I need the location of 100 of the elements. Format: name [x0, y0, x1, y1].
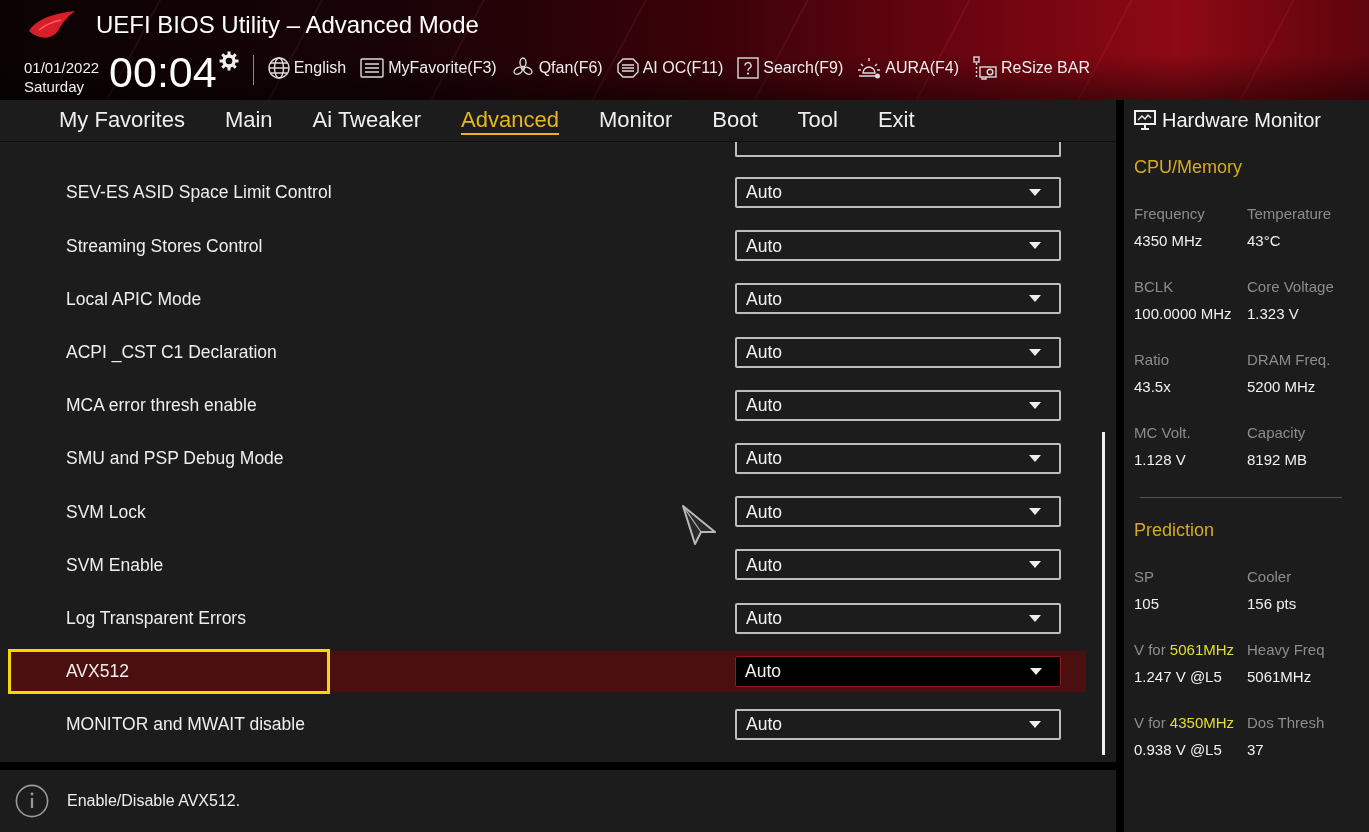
setting-label: SMU and PSP Debug Mode — [66, 447, 284, 471]
metric-label: SP — [1134, 567, 1155, 587]
tab[interactable]: Advanced — [461, 106, 559, 135]
chip-icon — [616, 58, 639, 78]
window-title: UEFI BIOS Utility – Advanced Mode — [96, 10, 479, 40]
setting-label: Log Transparent Errors — [66, 606, 246, 630]
metric-label: Frequency — [1134, 204, 1206, 224]
caret-icon — [1029, 242, 1041, 250]
setting-row[interactable]: MONITOR and MWAIT disable Auto — [8, 703, 1086, 745]
setting-label: MCA error thresh enable — [66, 394, 257, 418]
toolbar-button[interactable]: English — [267, 56, 347, 80]
info-icon — [15, 784, 49, 818]
metric-value: 37 — [1247, 740, 1265, 760]
metric-value: 5200 MHz — [1247, 377, 1317, 397]
section-title: CPU/Memory — [1134, 156, 1243, 179]
metric-label: Temperature — [1247, 204, 1333, 224]
caret-icon — [1029, 614, 1041, 622]
dropdown[interactable]: Auto — [735, 655, 1061, 687]
caret-icon — [1029, 561, 1041, 569]
dropdown[interactable]: Auto — [735, 230, 1061, 262]
panel-title: Hardware Monitor — [1162, 108, 1321, 133]
tab[interactable]: Tool — [797, 106, 838, 135]
cursor-icon — [681, 504, 717, 546]
tab[interactable]: Exit — [877, 106, 915, 135]
metric-label: Heavy Freq — [1247, 640, 1326, 660]
list-icon — [360, 58, 385, 78]
tab[interactable]: Main — [224, 106, 273, 135]
tab[interactable]: Monitor — [598, 106, 673, 135]
setting-label: Local APIC Mode — [66, 287, 202, 311]
setting-label: Streaming Stores Control — [66, 234, 263, 258]
globe-icon — [267, 57, 290, 79]
caret-icon — [1029, 720, 1041, 728]
dropdown[interactable]: Auto — [735, 602, 1061, 634]
setting-label: AVX512 — [66, 660, 129, 684]
graphics-card-icon — [973, 56, 998, 80]
dropdown[interactable]: Auto — [735, 389, 1061, 421]
setting-row[interactable]: AVX512 Auto — [8, 650, 1086, 692]
metric-value: 1.323 V — [1247, 304, 1300, 324]
metric-label: Cooler — [1247, 567, 1293, 587]
dropdown[interactable]: Auto — [735, 177, 1061, 209]
setting-row[interactable]: MCA error thresh enable Auto — [8, 384, 1086, 426]
toolbar-button[interactable]: ReSize BAR — [973, 56, 1090, 80]
setting-row[interactable]: ACPI _CST C1 Declaration Auto — [8, 331, 1086, 373]
help-text: Enable/Disable AVX512. — [67, 791, 241, 811]
metric-value: 1.247 V @L5 — [1134, 667, 1223, 687]
metric-value: 4350 MHz — [1134, 231, 1204, 251]
toolbar-button[interactable]: MyFavorite(F3) — [360, 56, 497, 80]
section-title: Prediction — [1134, 519, 1216, 542]
dropdown[interactable]: Auto — [735, 283, 1061, 315]
logo-icon — [28, 10, 76, 40]
toolbar-button[interactable]: Search(F9) — [737, 56, 844, 80]
metric-label: Core Voltage — [1247, 277, 1335, 297]
metric-value: 0.938 V @L5 — [1134, 740, 1223, 760]
metric-value: 43.5x — [1134, 377, 1172, 397]
monitor-icon — [1134, 110, 1156, 130]
setting-row[interactable]: SVM Enable Auto — [8, 544, 1086, 586]
setting-label: SVM Lock — [66, 500, 146, 524]
caret-icon — [1029, 455, 1041, 463]
tab[interactable]: Boot — [712, 106, 758, 135]
setting-row[interactable]: SVM Lock Auto — [8, 491, 1086, 533]
metric-label: V for 5061MHz — [1134, 640, 1236, 660]
dropdown[interactable]: Auto — [735, 708, 1061, 740]
toolbar-button[interactable]: AI OC(F11) — [616, 56, 724, 80]
metric-label: MC Volt. — [1134, 423, 1192, 443]
setting-row[interactable]: Local APIC Mode Auto — [8, 278, 1086, 320]
setting-row[interactable]: SMU and PSP Debug Mode Auto — [8, 438, 1086, 480]
metric-value: 105 — [1134, 594, 1161, 614]
metric-label: Capacity — [1247, 423, 1307, 443]
setting-label: SVM Enable — [66, 553, 164, 577]
metric-value: 1.128 V — [1134, 450, 1187, 470]
caret-icon — [1029, 508, 1041, 516]
gear-icon — [218, 51, 239, 71]
metric-label: Ratio — [1134, 350, 1171, 370]
setting-row[interactable]: SEV-ES ASID Space Limit Control Auto — [8, 172, 1086, 214]
metric-label: Dos Thresh — [1247, 713, 1326, 733]
scrollbar-thumb[interactable] — [1102, 432, 1105, 755]
metric-value: 156 pts — [1247, 594, 1298, 614]
setting-label: SEV-ES ASID Space Limit Control — [66, 181, 332, 205]
metric-label: DRAM Freq. — [1247, 350, 1332, 370]
metric-value: 5061MHz — [1247, 667, 1313, 687]
toolbar-button[interactable]: Qfan(F6) — [510, 56, 603, 80]
caret-icon — [1029, 348, 1041, 356]
caret-icon — [1029, 295, 1041, 303]
dropdown[interactable]: Auto — [735, 496, 1061, 528]
tab[interactable]: My Favorites — [59, 106, 185, 135]
setting-label: MONITOR and MWAIT disable — [66, 713, 305, 737]
metric-value: 100.0000 MHz — [1134, 304, 1233, 324]
dropdown[interactable]: Auto — [735, 443, 1061, 475]
metric-value: 8192 MB — [1247, 450, 1309, 470]
day-text: Saturday — [24, 77, 86, 96]
setting-row[interactable]: Log Transparent Errors Auto — [8, 597, 1086, 639]
clock-time: 00:04 — [109, 50, 217, 94]
caret-icon — [1029, 401, 1041, 409]
dropdown[interactable]: Auto — [735, 336, 1061, 368]
caret-icon — [1030, 667, 1042, 675]
setting-row[interactable]: Streaming Stores Control Auto — [8, 225, 1086, 267]
dropdown[interactable]: Auto — [735, 549, 1061, 581]
toolbar-button[interactable]: AURA(F4) — [857, 56, 960, 80]
question-box-icon — [737, 57, 760, 79]
tab[interactable]: Ai Tweaker — [312, 106, 422, 135]
